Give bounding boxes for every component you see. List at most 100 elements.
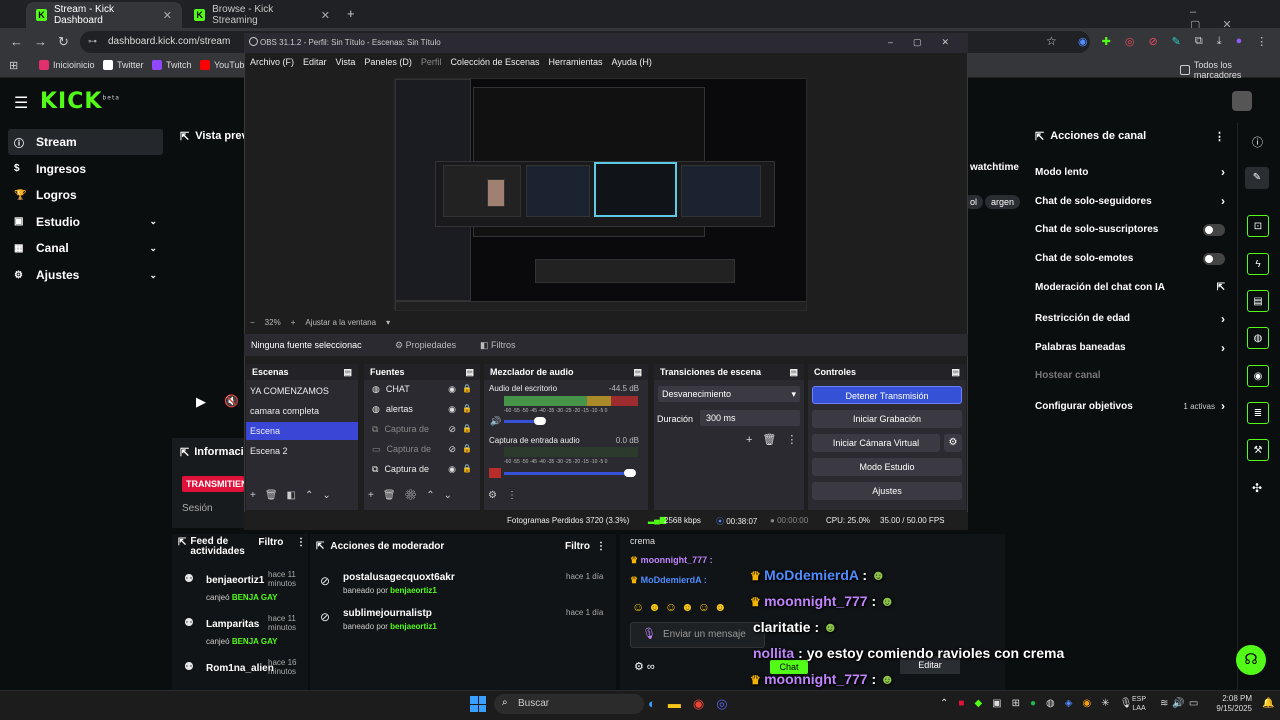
discord-icon[interactable]: ◎ (716, 696, 727, 712)
notification-bell-icon[interactable]: 🔔 (1262, 698, 1274, 709)
channel-action-item[interactable]: Chat de solo-seguidores › (1035, 194, 1225, 208)
transition-toolbar[interactable]: +🗑⋮ (746, 433, 807, 446)
eye-icon[interactable]: ◉ (448, 404, 456, 416)
taskbar-search[interactable]: Buscar (494, 694, 644, 714)
eye-icon[interactable]: ◉ (448, 464, 456, 476)
layers-icon[interactable]: ≣ (1247, 402, 1269, 424)
source-item[interactable]: ⧉ Captura de ◉ 🔒 (364, 460, 480, 480)
bookmark-star-icon[interactable]: ☆ (1046, 34, 1057, 48)
extension-icon[interactable]: ◉ (1078, 35, 1088, 48)
scene-item[interactable]: Escena (246, 422, 358, 440)
feed-username[interactable]: benjaeortiz1 (206, 575, 264, 586)
chat-username[interactable]: MoDdemierdA (764, 567, 858, 583)
menu-dots-icon[interactable]: ⋮ (1256, 35, 1267, 48)
volume-slider[interactable] (504, 472, 634, 475)
sources-toolbar[interactable]: +🗑⚙⌃⌄ (368, 490, 461, 501)
mic-muted-icon[interactable] (489, 468, 501, 478)
channel-action-item[interactable]: Configurar objetivos 1 activas › (1035, 399, 1225, 413)
properties-button[interactable]: ⚙ Propiedades (395, 340, 456, 351)
more-icon[interactable]: ⋮ (1214, 130, 1225, 143)
obs-menu-item[interactable]: Vista (336, 57, 356, 71)
folder-icon[interactable]: ▬ (668, 696, 681, 712)
tray-app-icon[interactable]: ⊞ (1012, 698, 1020, 709)
mod-target-username[interactable]: postalusagecquoxt6akr (343, 572, 455, 583)
forward-icon[interactable]: → (34, 34, 47, 49)
user-avatar[interactable] (1232, 91, 1252, 111)
channel-action-item[interactable]: Modo lento › (1035, 165, 1225, 179)
extension-icon[interactable]: ✚ (1102, 35, 1111, 48)
scene-item[interactable]: YA COMENZAMOS (246, 382, 358, 400)
tray-app-icon[interactable]: ◈ (1065, 698, 1073, 709)
sidebar-item-ajustes[interactable]: ⚙ Ajustes ⌄ (8, 262, 163, 288)
obs-window-controls[interactable]: –▢✕ (888, 37, 969, 48)
source-item[interactable]: ⧉ Captura de ⊘ 🔒 (364, 420, 480, 440)
site-info-icon[interactable]: ⊶ (88, 36, 97, 47)
edit-icon[interactable]: ✎ (1245, 167, 1269, 189)
feed-username[interactable]: Rom1na_alien (206, 663, 274, 674)
reload-icon[interactable]: ↻ (58, 34, 69, 50)
settings-gear-icon[interactable]: ⚙ ∞ (634, 660, 655, 673)
obs-menu-item[interactable]: Editar (303, 57, 327, 71)
start-recording-button[interactable]: Iniciar Grabación (812, 410, 962, 428)
scenes-toolbar[interactable]: +🗑◧⌃⌄ (250, 490, 340, 501)
back-icon[interactable]: ← (10, 34, 23, 49)
eye-hidden-icon[interactable]: ⊘ (448, 444, 456, 456)
dock-menu-icon[interactable]: ▤ (633, 367, 642, 377)
sidebar-item-logros[interactable]: 🏆 Logros (8, 182, 163, 208)
scene-item[interactable]: camara completa (246, 402, 358, 420)
puzzle-icon[interactable]: ✣ (1252, 481, 1262, 495)
feed-username[interactable]: Lamparitas (206, 619, 259, 630)
channel-action-item[interactable]: Chat de solo-emotes (1035, 252, 1225, 265)
toggle-switch[interactable] (1203, 252, 1225, 265)
mixer-toolbar[interactable]: ⚙⋮ (488, 490, 527, 501)
lock-icon[interactable]: 🔒 (462, 384, 472, 396)
volume-slider-handle[interactable] (624, 469, 636, 477)
volume-slider-handle[interactable] (534, 417, 546, 425)
obs-preview-canvas[interactable] (394, 78, 807, 311)
channel-action-item[interactable]: Moderación del chat con IA ⇱ (1035, 282, 1225, 293)
source-item[interactable]: ▭ Captura de ⊘ 🔒 (364, 440, 480, 460)
tools-icon[interactable]: ⚒ (1247, 439, 1269, 461)
toggle-switch[interactable] (1203, 223, 1225, 236)
external-link-icon[interactable]: ⇱ (180, 130, 189, 143)
source-item[interactable]: ◍ CHAT ◉ 🔒 (364, 380, 480, 400)
source-item[interactable]: ◍ alertas ◉ 🔒 (364, 400, 480, 420)
download-icon[interactable]: ⤓ (1217, 35, 1222, 48)
chat-username[interactable]: moonnight_777 (764, 593, 867, 609)
lock-icon[interactable]: 🔒 (462, 464, 472, 476)
network-volume-battery[interactable]: ≋🔊▭ (1160, 698, 1202, 709)
clipboard-icon[interactable]: ▤ (1247, 290, 1269, 312)
fit-window-button[interactable]: Ajustar a la ventana (305, 318, 376, 327)
zoom-in-icon[interactable]: + (291, 318, 296, 327)
tag-chip[interactable]: argen (985, 195, 1021, 209)
extension-icon[interactable]: ⊘ (1148, 35, 1157, 48)
dock-menu-icon[interactable]: ▤ (789, 367, 798, 377)
info-circle-icon[interactable]: ⓘ (1252, 134, 1263, 150)
all-bookmarks[interactable]: Todos los marcadores (1180, 60, 1280, 80)
obs-menu-item[interactable]: Herramientas (549, 57, 603, 71)
mic-icon[interactable]: 🎙 (1120, 698, 1133, 709)
obs-menu-item[interactable]: Perfil (421, 57, 442, 71)
edge-icon[interactable]: ◐ (648, 696, 656, 712)
tray-app-icon[interactable]: ▣ (992, 698, 1001, 709)
external-link-icon[interactable]: ⇱ (1035, 130, 1044, 143)
extension-icon[interactable]: ◎ (1125, 35, 1135, 48)
tab-stream-dashboard[interactable]: K Stream - Kick Dashboard ✕ (26, 2, 182, 28)
lock-icon[interactable]: 🔒 (462, 424, 472, 436)
tray-app-icon[interactable]: ◉ (1082, 698, 1091, 709)
apps-grid-icon[interactable]: ⊞ (9, 59, 18, 72)
sidebar-item-canal[interactable]: ▦ Canal ⌄ (8, 235, 163, 261)
dock-menu-icon[interactable]: ▤ (465, 367, 474, 377)
eye-icon[interactable]: ◉ (448, 384, 456, 396)
obs-menu-item[interactable]: Paneles (D) (364, 57, 412, 71)
dock-menu-icon[interactable]: ▤ (343, 367, 352, 377)
channel-action-item[interactable]: Restricción de edad › (1035, 312, 1225, 326)
lock-icon[interactable]: 🔒 (462, 404, 472, 416)
external-link-icon[interactable]: ⇱ (316, 541, 324, 552)
bookmark-twitch[interactable]: Twitch (152, 60, 192, 70)
external-link-icon[interactable]: ⇱ (180, 446, 189, 459)
chat-bubble-icon[interactable]: ◍ (1247, 327, 1269, 349)
chrome-icon[interactable]: ◉ (693, 696, 704, 712)
zoom-out-icon[interactable]: − (250, 318, 255, 327)
more-icon[interactable]: ⋮ (596, 541, 606, 552)
